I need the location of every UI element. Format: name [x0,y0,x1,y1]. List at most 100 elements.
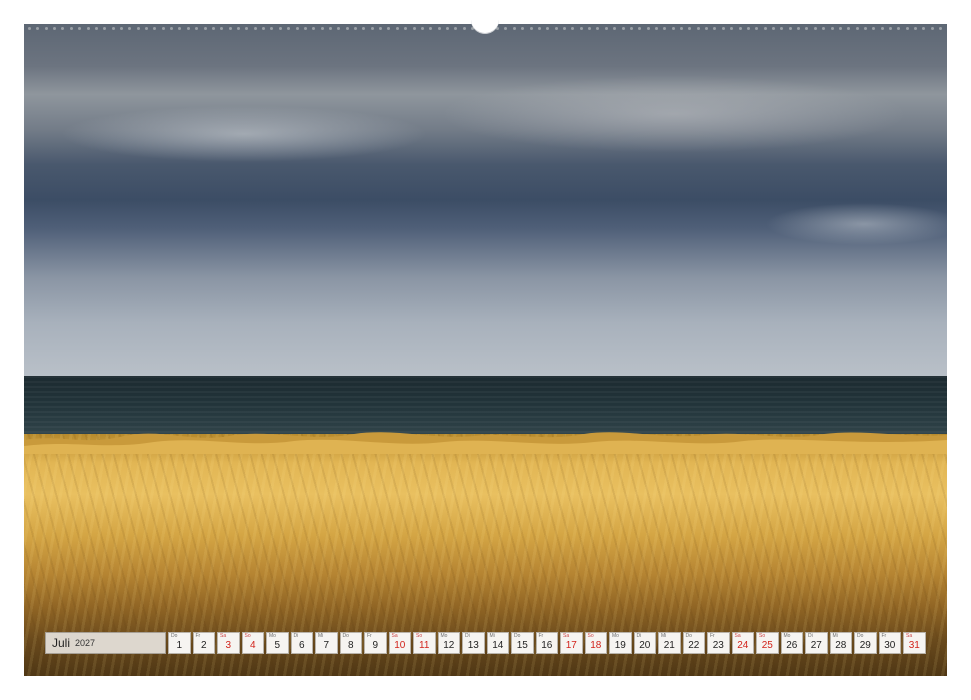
binding-hole [763,26,767,30]
binding-hole [872,26,876,30]
day-number: 12 [443,640,455,651]
day-number: 3 [225,640,232,651]
calendar-day: Mi 7 [315,632,338,654]
month-year: 2027 [75,638,96,648]
month-label: Juli 2027 [45,632,166,654]
binding-hole [922,26,926,30]
binding-hole [228,26,232,30]
day-number: 26 [786,640,798,651]
calendar-day: Sa 17 [560,632,583,654]
day-number: 24 [737,640,749,651]
binding-hole [370,26,374,30]
binding-hole [880,26,884,30]
binding-hole [153,26,157,30]
binding-hole [905,26,909,30]
calendar-day: Fr 2 [192,632,215,654]
day-number: 23 [712,640,724,651]
binding-hole [713,26,717,30]
binding-hole [671,26,675,30]
binding-hole [303,26,307,30]
binding-hole [245,26,249,30]
binding-hole [780,26,784,30]
day-number: 4 [249,640,256,651]
binding-hole [629,26,633,30]
calendar-day: Do 15 [511,632,534,654]
binding-hole [36,26,40,30]
binding-hole [354,26,358,30]
day-number: 27 [810,640,822,651]
binding-hole [278,26,282,30]
binding-hole [813,26,817,30]
calendar-day: Sa 3 [217,632,240,654]
binding-hole [596,26,600,30]
calendar-day: Sa 24 [731,632,754,654]
binding-hole [730,26,734,30]
month-calendar-strip: Juli 2027 Do 1 Fr 2 Sa 3 So 4 Mo 5 Di 6 Mi 7 Do 8 Fr 9 Sa 1… [45,632,928,654]
binding-hole [889,26,893,30]
calendar-day: Mi 21 [658,632,681,654]
binding-hole [178,26,182,30]
day-number: 31 [908,640,920,651]
calendar-day: So 11 [413,632,436,654]
binding-hole [262,26,266,30]
day-number: 19 [614,640,626,651]
binding-hole [404,26,408,30]
binding-hole [186,26,190,30]
day-number: 25 [761,640,773,651]
binding-hole [53,26,57,30]
binding-hole [28,26,31,30]
binding-hole [805,26,809,30]
binding-hole [337,26,341,30]
calendar-day: Mo 26 [780,632,803,654]
binding-hole [646,26,650,30]
binding-hole [738,26,742,30]
binding-hole [69,26,73,30]
binding-hole [654,26,658,30]
binding-hole [128,26,132,30]
calendar-day: So 4 [241,632,264,654]
calendar-day: Sa 31 [903,632,926,654]
binding-hole [454,26,458,30]
day-number: 5 [274,640,281,651]
month-name: Juli [52,636,71,650]
binding-hole [855,26,859,30]
binding-hole [797,26,801,30]
binding-hole [236,26,240,30]
day-number: 11 [419,640,430,651]
binding-hole [571,26,575,30]
binding-hole [822,26,826,30]
binding-hole [445,26,449,30]
binding-hole [554,26,558,30]
day-number: 10 [394,640,406,651]
day-number: 9 [372,640,379,651]
calendar-day: So 25 [756,632,779,654]
binding-hole [696,26,700,30]
binding-hole [44,26,48,30]
day-number: 15 [516,640,528,651]
binding-hole [312,26,316,30]
binding-hole [161,26,165,30]
days-row: Do 1 Fr 2 Sa 3 So 4 Mo 5 Di 6 Mi 7 Do 8 Fr 9 Sa 10 So 11 Mo 12 D… [168,632,928,654]
day-number: 30 [884,640,896,651]
binding-hole [788,26,792,30]
day-number: 6 [298,640,305,651]
binding-hole [86,26,90,30]
binding-hole [897,26,901,30]
binding-hole [546,26,550,30]
binding-hole [588,26,592,30]
day-number: 2 [200,640,207,651]
binding-hole [705,26,709,30]
calendar-day: So 18 [584,632,607,654]
calendar-day: Do 1 [168,632,191,654]
binding-hole [328,26,332,30]
calendar-day: Di 13 [462,632,485,654]
binding-hole [395,26,399,30]
day-number: 13 [467,640,479,651]
day-number: 20 [639,640,651,651]
binding-hole [721,26,725,30]
binding-hole [847,26,851,30]
binding-hole [78,26,82,30]
calendar-page: Juli 2027 Do 1 Fr 2 Sa 3 So 4 Mo 5 Di 6 Mi 7 Do 8 Fr 9 Sa 1… [0,0,971,700]
binding-hole [755,26,759,30]
binding-hole [270,26,274,30]
